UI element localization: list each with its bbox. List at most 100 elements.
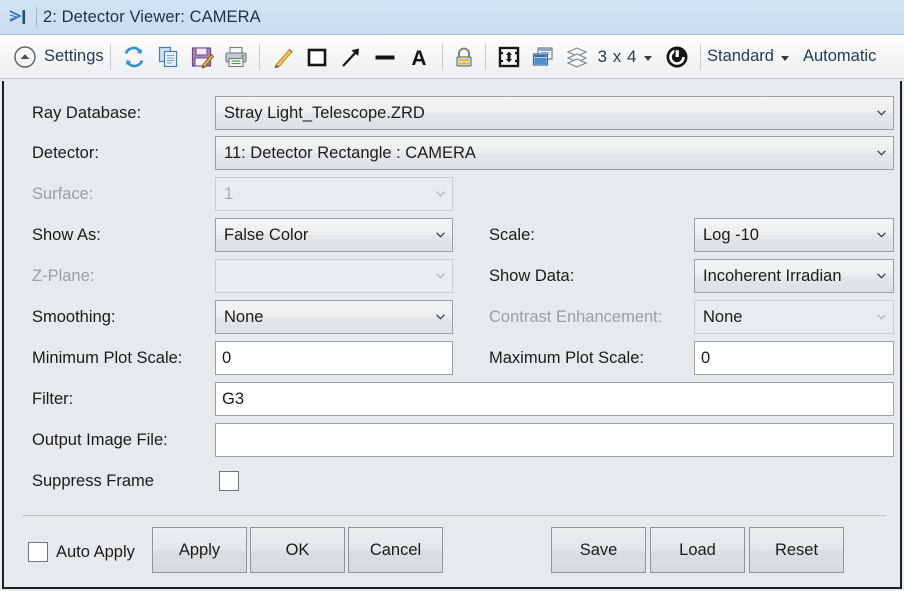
save-button[interactable]: Save xyxy=(551,527,646,573)
ray-database-label: Ray Database: xyxy=(32,104,141,123)
size-dropdown[interactable]: Automatic xyxy=(803,40,876,74)
toolbar-divider-1 xyxy=(110,44,111,70)
rectangle-icon[interactable] xyxy=(300,41,334,73)
auto-apply-row: Auto Apply xyxy=(56,535,135,569)
toolbar-divider-3 xyxy=(442,44,443,70)
row-show-data: Show Data: xyxy=(489,259,574,293)
detector-combo[interactable]: 11: Detector Rectangle : CAMERA xyxy=(215,136,894,170)
ok-button[interactable]: OK xyxy=(250,527,345,573)
auto-apply-label: Auto Apply xyxy=(56,543,135,562)
maximum-plot-scale-value: 0 xyxy=(701,349,710,368)
show-as-label: Show As: xyxy=(32,226,101,245)
apply-button[interactable]: Apply xyxy=(152,527,247,573)
row-scale: Scale: xyxy=(489,218,535,252)
contrast-enhancement-value: None xyxy=(703,308,742,327)
chevron-down-icon xyxy=(877,232,886,238)
chevron-down-icon xyxy=(877,273,886,279)
smoothing-label: Smoothing: xyxy=(32,308,115,327)
settings-panel: Ray Database: Stray Light_Telescope.ZRD … xyxy=(2,81,902,589)
show-data-label: Show Data: xyxy=(489,267,574,286)
toolbar-divider-2 xyxy=(259,44,260,70)
detector-viewer-window: 2: Detector Viewer: CAMERA Settings xyxy=(0,0,904,591)
ray-database-combo[interactable]: Stray Light_Telescope.ZRD xyxy=(215,96,894,130)
row-minimum-plot-scale: Minimum Plot Scale: xyxy=(32,341,182,375)
maximum-plot-scale-input[interactable]: 0 xyxy=(694,341,894,375)
row-surface: Surface: xyxy=(32,177,93,211)
line-icon[interactable] xyxy=(368,41,402,73)
chevron-down-icon xyxy=(436,314,445,320)
filter-input[interactable]: G3 xyxy=(215,382,894,416)
chevron-down-icon xyxy=(877,110,886,116)
chevron-down-icon xyxy=(781,56,789,61)
style-label: Standard xyxy=(707,47,774,66)
toolbar-divider-4 xyxy=(485,44,486,70)
row-ray-database: Ray Database: xyxy=(32,96,141,130)
output-image-file-input[interactable] xyxy=(215,423,894,457)
refresh-circle-icon[interactable] xyxy=(660,41,694,73)
row-maximum-plot-scale: Maximum Plot Scale: xyxy=(489,341,644,375)
row-show-as: Show As: xyxy=(32,218,101,252)
z-plane-label: Z-Plane: xyxy=(32,267,94,286)
maximum-plot-scale-label: Maximum Plot Scale: xyxy=(489,349,644,368)
grid-size-label: 3 x 4 xyxy=(598,47,637,67)
text-icon[interactable]: A xyxy=(402,41,436,73)
contrast-enhancement-label: Contrast Enhancement: xyxy=(489,308,662,327)
refresh-icon[interactable] xyxy=(117,41,151,73)
minimum-plot-scale-input[interactable]: 0 xyxy=(215,341,453,375)
load-button[interactable]: Load xyxy=(650,527,745,573)
row-output-image-file: Output Image File: xyxy=(32,423,168,457)
settings-button[interactable]: Settings xyxy=(8,40,104,74)
z-plane-combo xyxy=(215,259,453,293)
cancel-button[interactable]: Cancel xyxy=(348,527,443,573)
pencil-icon[interactable] xyxy=(266,41,300,73)
print-icon[interactable] xyxy=(219,41,253,73)
footer-divider xyxy=(22,515,886,516)
show-data-combo[interactable]: Incoherent Irradian xyxy=(694,259,894,293)
grid-size-dropdown[interactable]: 3 x 4 xyxy=(598,40,652,74)
layers-icon[interactable] xyxy=(560,41,594,73)
reset-button[interactable]: Reset xyxy=(749,527,844,573)
chevron-up-circle-icon xyxy=(8,41,42,73)
chevron-down-icon xyxy=(436,273,445,279)
contrast-enhancement-combo: None xyxy=(694,300,894,334)
chevron-down-icon xyxy=(644,56,652,61)
toolbar: Settings xyxy=(0,35,904,79)
ray-database-value: Stray Light_Telescope.ZRD xyxy=(224,104,425,123)
filter-value: G3 xyxy=(222,390,244,409)
surface-label: Surface: xyxy=(32,185,93,204)
lock-icon[interactable] xyxy=(449,41,479,73)
copy-icon[interactable] xyxy=(151,41,185,73)
detector-label: Detector: xyxy=(32,144,99,163)
suppress-frame-checkbox[interactable] xyxy=(219,471,239,491)
surface-value: 1 xyxy=(224,185,233,204)
tile-windows-icon[interactable] xyxy=(526,41,560,73)
show-as-value: False Color xyxy=(224,226,308,245)
chevron-down-icon xyxy=(436,191,445,197)
scale-label: Scale: xyxy=(489,226,535,245)
scale-value: Log -10 xyxy=(703,226,759,245)
surface-combo: 1 xyxy=(215,177,453,211)
minimum-plot-scale-value: 0 xyxy=(222,349,231,368)
size-label: Automatic xyxy=(803,47,876,66)
suppress-frame-label: Suppress Frame xyxy=(32,472,154,491)
arrow-icon[interactable] xyxy=(334,41,368,73)
smoothing-combo[interactable]: None xyxy=(215,300,453,334)
auto-apply-checkbox[interactable] xyxy=(28,542,48,562)
zoom-extents-icon[interactable] xyxy=(492,41,526,73)
chevron-down-icon xyxy=(877,314,886,320)
show-as-combo[interactable]: False Color xyxy=(215,218,453,252)
save-icon[interactable] xyxy=(185,41,219,73)
row-smoothing: Smoothing: xyxy=(32,300,115,334)
title-bar: 2: Detector Viewer: CAMERA xyxy=(0,0,904,35)
row-filter: Filter: xyxy=(32,382,73,416)
scale-combo[interactable]: Log -10 xyxy=(694,218,894,252)
filter-label: Filter: xyxy=(32,390,73,409)
style-dropdown[interactable]: Standard xyxy=(707,40,789,74)
settings-label: Settings xyxy=(44,47,104,66)
smoothing-value: None xyxy=(224,308,263,327)
output-image-file-label: Output Image File: xyxy=(32,431,168,450)
window-title: 2: Detector Viewer: CAMERA xyxy=(43,8,261,27)
title-divider xyxy=(36,7,37,27)
row-detector: Detector: xyxy=(32,136,99,170)
toolbar-divider-5 xyxy=(700,44,701,70)
